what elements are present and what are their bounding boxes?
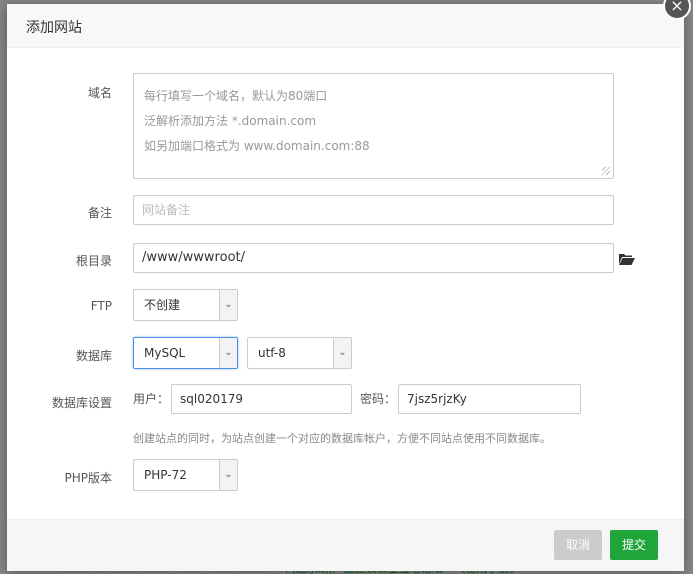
dialog-footer: 取消 提交 (7, 519, 684, 571)
root-label: 根目录 (75, 254, 112, 268)
dialog-header: 添加网站 (7, 4, 684, 48)
php-select[interactable]: PHP-72 ⌄ (133, 459, 238, 491)
php-selected: PHP-72 (144, 468, 187, 482)
cancel-button[interactable]: 取消 (554, 530, 602, 560)
db-settings-label: 数据库设置 (51, 396, 112, 410)
remark-input[interactable]: 网站备注 (133, 195, 614, 225)
database-charset-selected: utf-8 (258, 346, 286, 360)
ftp-select[interactable]: 不创建 ⌄ (133, 289, 238, 321)
chevron-down-icon: ⌄ (219, 290, 237, 320)
folder-open-icon[interactable] (619, 253, 635, 265)
db-user-value: sql020179 (180, 392, 244, 406)
db-password-value: 7jsz5rjzKy (407, 392, 467, 406)
dialog-title: 添加网站 (26, 20, 82, 36)
db-password-label: 密码： (360, 392, 397, 406)
db-hint-text: 创建站点的同时，为站点创建一个对应的数据库帐户，方便不同站点使用不同数据库。 (133, 432, 551, 445)
domain-placeholder-line-1: 每行填写一个域名，默认为80端口 (144, 89, 328, 103)
domain-textarea[interactable]: 每行填写一个域名，默认为80端口 泛解析添加方法 *.domain.com 如另… (133, 73, 614, 179)
db-user-label: 用户： (133, 392, 170, 406)
remark-label: 备注 (87, 206, 112, 220)
root-value: /www/wwwroot/ (142, 250, 245, 265)
database-label: 数据库 (75, 349, 112, 363)
db-user-input[interactable]: sql020179 (171, 384, 352, 414)
chevron-down-icon: ⌄ (219, 338, 237, 368)
add-site-dialog: 添加网站 域名 每行填写一个域名，默认为80端口 泛解析添加方法 *.domai… (7, 0, 691, 571)
db-password-input[interactable]: 7jsz5rjzKy (398, 384, 581, 414)
ftp-label: FTP (90, 299, 112, 313)
resize-grip-icon[interactable] (602, 167, 610, 175)
chevron-down-icon: ⌄ (219, 460, 237, 490)
ftp-selected: 不创建 (144, 298, 181, 312)
database-charset-select[interactable]: utf-8 ⌄ (247, 337, 352, 369)
domain-placeholder-line-2: 泛解析添加方法 *.domain.com (144, 114, 317, 128)
database-type-select[interactable]: MySQL ⌄ (133, 337, 238, 369)
chevron-down-icon: ⌄ (333, 338, 351, 368)
submit-button[interactable]: 提交 (610, 530, 658, 560)
domain-placeholder-line-3: 如另加端口格式为 www.domain.com:88 (144, 139, 370, 153)
remark-placeholder: 网站备注 (142, 203, 191, 217)
php-label: PHP版本 (64, 471, 113, 485)
root-input[interactable]: /www/wwwroot/ (133, 243, 614, 273)
domain-label: 域名 (87, 86, 112, 100)
database-type-selected: MySQL (144, 346, 186, 360)
